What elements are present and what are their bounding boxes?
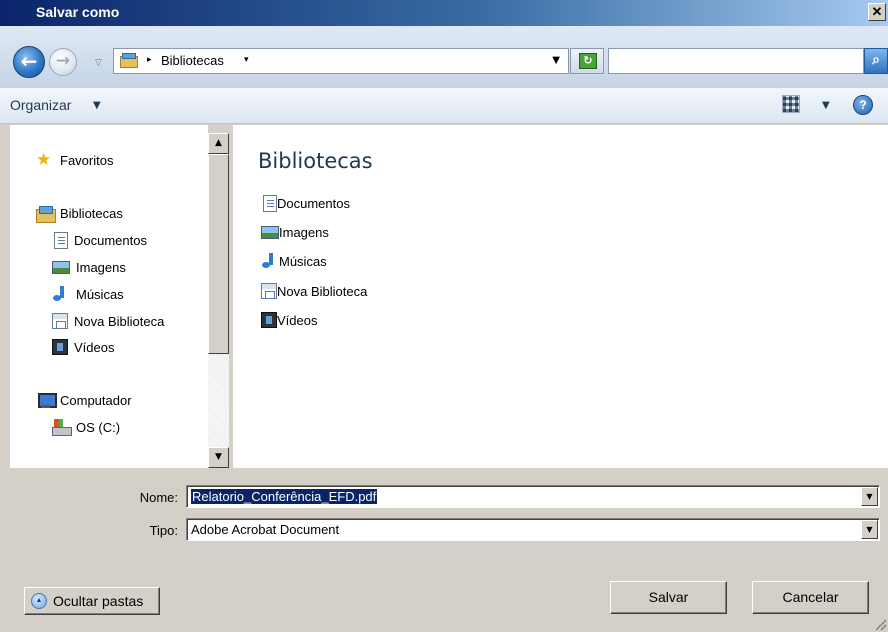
breadcrumb-separator[interactable]: ▸ bbox=[147, 55, 152, 65]
save-options-panel: Nome: Relatorio_Conferência_EFD.pdf ▼ Ti… bbox=[0, 468, 888, 632]
nav-item-documentos[interactable]: Documentos bbox=[52, 229, 147, 251]
save-button[interactable]: Salvar bbox=[610, 581, 727, 614]
title-bar: Salvar como ✕ bbox=[0, 0, 888, 26]
video-icon bbox=[52, 339, 68, 355]
command-toolbar: Organizar ▼ ▼ ? bbox=[0, 88, 888, 124]
file-name-field[interactable]: Relatorio_Conferência_EFD.pdf ▼ bbox=[186, 485, 880, 508]
content-item-videos[interactable]: Vídeos bbox=[261, 309, 317, 331]
organize-dropdown-icon[interactable]: ▼ bbox=[93, 100, 101, 111]
nav-item-nova-biblioteca[interactable]: Nova Biblioteca bbox=[52, 310, 164, 332]
star-icon: ★ bbox=[36, 150, 52, 169]
content-item-label: Imagens bbox=[279, 224, 329, 240]
file-name-value: Relatorio_Conferência_EFD.pdf bbox=[189, 488, 379, 505]
content-item-label: Documentos bbox=[277, 195, 350, 211]
nav-pane-scrollbar[interactable]: ▲ ▼ bbox=[208, 133, 229, 468]
file-name-label: Nome: bbox=[139, 490, 178, 505]
file-type-label: Tipo: bbox=[149, 523, 178, 538]
content-item-nova-biblioteca[interactable]: Nova Biblioteca bbox=[261, 280, 367, 302]
library-icon bbox=[261, 283, 277, 299]
video-icon bbox=[261, 312, 277, 328]
music-note-icon bbox=[261, 253, 279, 269]
nav-item-computador[interactable]: Computador bbox=[36, 389, 132, 411]
breadcrumb-arrow-icon[interactable]: ▾ bbox=[244, 55, 249, 65]
content-item-label: Músicas bbox=[279, 253, 327, 269]
scroll-up-button[interactable]: ▲ bbox=[208, 133, 229, 154]
close-button[interactable]: ✕ bbox=[868, 3, 886, 21]
views-dropdown-icon[interactable]: ▼ bbox=[822, 100, 830, 111]
help-icon[interactable]: ? bbox=[853, 95, 873, 115]
hide-folders-label: Ocultar pastas bbox=[53, 593, 144, 609]
nav-item-label: Imagens bbox=[76, 259, 126, 275]
nav-item-label: Vídeos bbox=[74, 339, 115, 355]
content-pane: Bibliotecas Documentos Imagens Músicas N… bbox=[233, 125, 888, 468]
scroll-down-button[interactable]: ▼ bbox=[208, 447, 229, 468]
content-title: Bibliotecas bbox=[258, 149, 373, 173]
nav-item-libraries[interactable]: Bibliotecas bbox=[36, 202, 123, 224]
breadcrumb-libraries[interactable]: Bibliotecas bbox=[161, 53, 224, 68]
document-icon bbox=[54, 231, 68, 249]
nav-item-label: Nova Biblioteca bbox=[74, 313, 165, 329]
libraries-folder-icon bbox=[120, 53, 138, 68]
hide-folders-button[interactable]: ▲ Ocultar pastas bbox=[24, 587, 160, 615]
search-input[interactable] bbox=[608, 48, 864, 74]
organize-button[interactable]: Organizar bbox=[10, 97, 71, 113]
nav-item-imagens[interactable]: Imagens bbox=[52, 256, 126, 278]
file-type-dropdown-button[interactable]: ▼ bbox=[861, 520, 878, 539]
window-title: Salvar como bbox=[36, 4, 120, 20]
nav-item-label: Favoritos bbox=[60, 152, 114, 168]
refresh-button[interactable]: ↻ bbox=[570, 48, 604, 74]
address-bar: ← → ▽ ▸ Bibliotecas ▾ ▼ ↻ ⌕ bbox=[0, 26, 888, 88]
navigation-pane: ★ Favoritos Bibliotecas Documentos Image… bbox=[10, 125, 208, 468]
hard-drive-icon bbox=[52, 419, 72, 436]
back-button[interactable]: ← bbox=[13, 46, 45, 78]
content-item-musicas[interactable]: Músicas bbox=[261, 250, 327, 272]
address-dropdown-button[interactable]: ▼ bbox=[552, 55, 560, 66]
music-note-icon bbox=[52, 286, 70, 302]
resize-grip-icon[interactable] bbox=[876, 620, 886, 630]
breadcrumb-bar[interactable]: ▸ Bibliotecas ▾ ▼ bbox=[113, 48, 569, 74]
nav-item-label: Documentos bbox=[74, 232, 147, 248]
nav-item-favorites[interactable]: ★ Favoritos bbox=[36, 149, 113, 171]
file-type-value: Adobe Acrobat Document bbox=[191, 522, 340, 537]
nav-item-label: Bibliotecas bbox=[60, 205, 123, 221]
cancel-button[interactable]: Cancelar bbox=[752, 581, 869, 614]
content-item-label: Nova Biblioteca bbox=[277, 283, 368, 299]
library-icon bbox=[52, 313, 68, 329]
search-button[interactable]: ⌕ bbox=[864, 48, 888, 74]
file-type-select[interactable]: Adobe Acrobat Document ▼ bbox=[186, 518, 880, 541]
refresh-icon: ↻ bbox=[579, 53, 597, 69]
scroll-thumb[interactable] bbox=[208, 154, 229, 354]
document-icon bbox=[263, 194, 277, 212]
content-item-documentos[interactable]: Documentos bbox=[261, 192, 350, 214]
content-item-label: Vídeos bbox=[277, 312, 318, 328]
nav-item-label: Computador bbox=[60, 392, 132, 408]
forward-button[interactable]: → bbox=[49, 48, 77, 76]
nav-item-videos[interactable]: Vídeos bbox=[52, 336, 114, 358]
nav-item-musicas[interactable]: Músicas bbox=[52, 283, 124, 305]
change-view-icon[interactable] bbox=[782, 95, 800, 113]
collapse-icon: ▲ bbox=[31, 593, 47, 609]
computer-icon bbox=[36, 392, 57, 408]
libraries-icon bbox=[36, 205, 56, 223]
nav-item-drive-c[interactable]: OS (C:) bbox=[52, 416, 120, 438]
picture-icon bbox=[52, 260, 70, 274]
picture-icon bbox=[261, 225, 279, 239]
nav-item-label: OS (C:) bbox=[76, 419, 121, 435]
file-name-dropdown-button[interactable]: ▼ bbox=[861, 487, 878, 506]
nav-item-label: Músicas bbox=[76, 286, 124, 302]
recent-pages-dropdown[interactable]: ▽ bbox=[95, 58, 102, 68]
content-item-imagens[interactable]: Imagens bbox=[261, 221, 329, 243]
